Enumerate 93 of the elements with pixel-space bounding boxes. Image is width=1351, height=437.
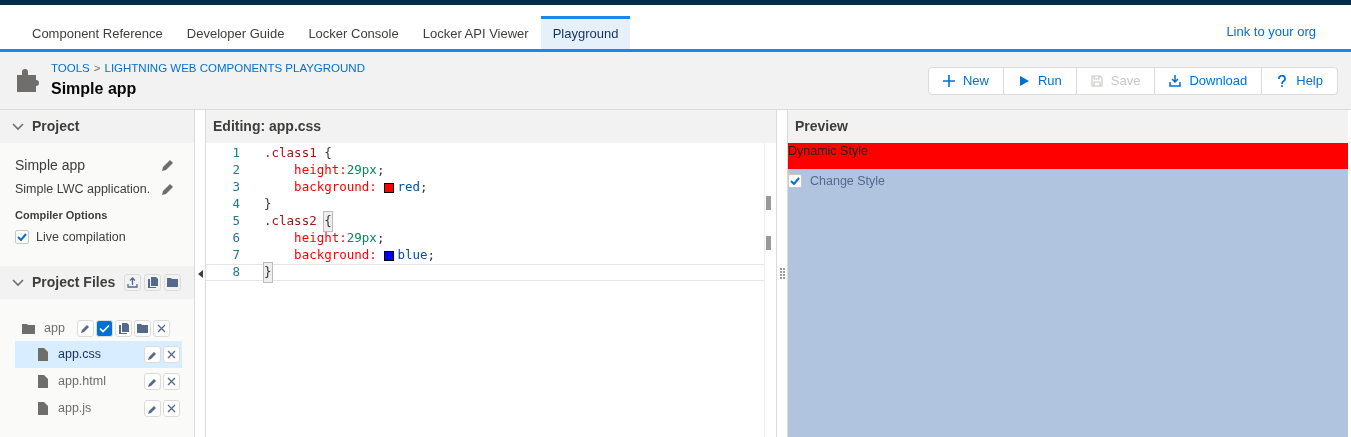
breadcrumb-link[interactable]: TOOLS <box>51 59 90 78</box>
file-icon <box>38 348 48 362</box>
section-heading: Project Files <box>32 273 116 293</box>
copy-icon <box>118 322 129 334</box>
file-row[interactable]: app.html <box>15 368 182 396</box>
folder-button[interactable] <box>134 319 151 337</box>
pencil-icon <box>147 349 158 360</box>
options-heading: Compiler Options <box>15 208 109 223</box>
copy-icon <box>147 277 158 289</box>
line-number: 3 <box>231 178 240 197</box>
file-row[interactable]: app.js <box>15 395 182 423</box>
line-number: 2 <box>231 161 240 180</box>
chevron-down-icon[interactable] <box>12 122 24 131</box>
delete-button[interactable] <box>153 319 170 337</box>
page-title: Simple app <box>51 79 138 100</box>
nav-tab[interactable]: Locker API Viewer <box>410 16 541 49</box>
checkbox[interactable] <box>788 174 802 189</box>
rename-button[interactable] <box>144 346 161 364</box>
folder-icon <box>137 323 148 333</box>
delete-button[interactable] <box>163 346 180 364</box>
checkmark-icon <box>99 323 110 333</box>
dynamic-style-banner: Dynamic Style <box>788 143 1348 169</box>
section-heading: Project <box>32 117 80 136</box>
puzzle-icon <box>16 67 40 94</box>
file-row[interactable]: app.css <box>15 341 182 369</box>
folder-name[interactable]: app <box>44 318 77 338</box>
code-line: .class1 { <box>264 144 332 163</box>
file-icon <box>38 402 48 416</box>
line-number: 4 <box>231 195 240 214</box>
delete-button[interactable] <box>163 400 180 418</box>
live-toggle-button[interactable] <box>96 319 113 337</box>
code-line: .class2 { <box>264 212 332 231</box>
nav-tab[interactable]: Component Reference <box>20 16 175 49</box>
code-line: height:29px; <box>293 161 385 180</box>
checkbox[interactable] <box>15 229 29 244</box>
file-name: app.js <box>58 400 93 418</box>
file-icon <box>38 375 48 389</box>
collapse-arrow-icon[interactable] <box>197 269 203 278</box>
drag-handle-icon[interactable] <box>779 267 785 280</box>
file-name: app.html <box>58 373 107 391</box>
line-number: 1 <box>231 144 240 163</box>
toolbar-button[interactable]: Help <box>1261 67 1337 94</box>
folder-icon <box>22 322 36 334</box>
panel-heading: Editing: app.css <box>206 110 776 143</box>
copy-button[interactable] <box>144 274 162 292</box>
plus-icon <box>942 74 955 87</box>
rename-button[interactable] <box>77 319 94 337</box>
breadcrumb-link[interactable]: LIGHTNING WEB COMPONENTS PLAYGROUND <box>104 59 365 78</box>
question-mark-icon <box>1276 74 1289 87</box>
panel-heading: Preview <box>788 110 1348 143</box>
checkbox-label: Live compilation <box>36 228 126 246</box>
code-line: } <box>264 195 272 214</box>
scrollbar-thumb[interactable] <box>766 196 771 210</box>
rename-button[interactable] <box>144 400 161 418</box>
scrollbar-thumb[interactable] <box>766 236 771 250</box>
toolbar-button[interactable]: New <box>928 67 1003 94</box>
breadcrumb-separator: > <box>93 60 101 76</box>
file-name: app.css <box>58 346 103 364</box>
line-number: 8 <box>231 263 240 282</box>
nav-tab[interactable]: Playground <box>540 16 631 49</box>
org-link[interactable]: Link to your org <box>1226 21 1316 41</box>
code-line: height:29px; <box>293 229 385 248</box>
nav-tab[interactable]: Locker Console <box>296 16 411 49</box>
upload-button[interactable] <box>124 274 142 292</box>
line-number: 6 <box>231 229 240 248</box>
close-icon <box>157 323 166 333</box>
pencil-icon <box>147 376 158 387</box>
play-icon <box>1017 74 1030 87</box>
close-icon <box>167 377 176 387</box>
line-number: 5 <box>231 212 240 231</box>
chevron-down-icon[interactable] <box>12 278 24 287</box>
download-icon <box>1169 74 1182 87</box>
project-name: Simple app <box>15 155 86 175</box>
checkbox-label: Change Style <box>810 173 886 190</box>
code-line: background: red; <box>293 178 428 197</box>
pencil-icon <box>80 323 91 334</box>
copy-button[interactable] <box>115 319 132 337</box>
pencil-icon <box>161 182 175 196</box>
close-icon <box>167 350 176 360</box>
pencil-icon <box>147 403 158 414</box>
line-number: 7 <box>231 246 240 265</box>
upload-icon <box>127 277 139 289</box>
folder-icon <box>167 278 179 288</box>
nav-tab[interactable]: Developer Guide <box>174 16 297 49</box>
toolbar-button[interactable]: Download <box>1154 67 1262 94</box>
pencil-icon <box>161 158 175 172</box>
delete-button[interactable] <box>163 373 180 391</box>
code-line: background: blue; <box>293 246 436 265</box>
close-icon <box>167 404 176 414</box>
rename-button[interactable] <box>144 373 161 391</box>
folder-button[interactable] <box>164 274 182 292</box>
toolbar-button[interactable]: Run <box>1002 67 1076 94</box>
project-description: Simple LWC application. <box>15 180 151 198</box>
